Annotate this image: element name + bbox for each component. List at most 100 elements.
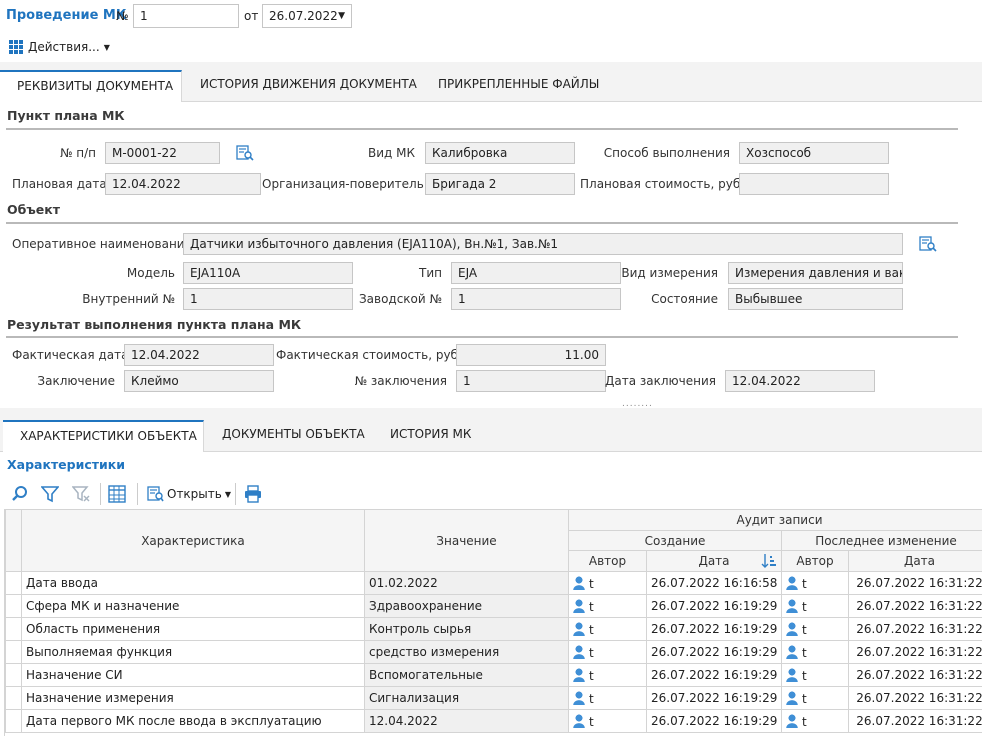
tab-object-characteristics[interactable]: ХАРАКТЕРИСТИКИ ОБЪЕКТА xyxy=(3,420,204,452)
tab-attached-files[interactable]: ПРИКРЕПЛЕННЫЕ ФАЙЛЫ xyxy=(438,74,599,94)
table-row[interactable]: Сфера МК и назначение Здравоохранение t … xyxy=(5,594,982,618)
cell-author: t xyxy=(568,571,647,595)
cell-value[interactable]: Здравоохранение xyxy=(364,594,569,618)
row-selector[interactable] xyxy=(5,663,22,687)
cell-mod-author-name: t xyxy=(802,714,807,729)
cell-characteristic: Дата ввода xyxy=(21,571,365,595)
tab-document-history[interactable]: ИСТОРИЯ ДВИЖЕНИЯ ДОКУМЕНТА xyxy=(200,74,417,94)
table-row[interactable]: Область применения Контроль сырья t 26.0… xyxy=(5,617,982,641)
plan-date-field[interactable]: 12.04.2022 xyxy=(105,173,261,195)
grid-dots-icon xyxy=(9,40,23,54)
row-selector[interactable] xyxy=(5,686,22,710)
list-search-icon[interactable] xyxy=(236,145,254,161)
list-search-icon[interactable] xyxy=(919,236,937,252)
tab-object-documents[interactable]: ДОКУМЕНТЫ ОБЪЕКТА xyxy=(222,424,365,444)
cell-value[interactable]: 12.04.2022 xyxy=(364,709,569,733)
plan-org-field[interactable]: Бригада 2 xyxy=(425,173,575,195)
row-selector[interactable] xyxy=(5,709,22,733)
conclusion-field[interactable]: Клеймо xyxy=(124,370,274,392)
user-icon xyxy=(786,713,798,728)
object-model-field[interactable]: EJA110A xyxy=(183,262,353,284)
conclusion-num-field[interactable]: 1 xyxy=(456,370,606,392)
printer-icon[interactable] xyxy=(244,485,262,503)
col-value-header[interactable]: Значение xyxy=(364,509,569,572)
user-icon xyxy=(786,621,798,636)
object-meas-field[interactable]: Измерения давления и вакуума xyxy=(728,262,903,284)
splitter-handle[interactable]: ........ xyxy=(622,400,658,409)
cell-characteristic: Назначение измерения xyxy=(21,686,365,710)
date-picker[interactable]: 26.07.2022 ▼ xyxy=(262,4,352,28)
cell-created-date: 26.07.2022 16:19:29 xyxy=(646,594,782,618)
fact-cost-field[interactable]: 11.00 xyxy=(456,344,606,366)
chevron-down-icon: ▼ xyxy=(338,11,345,21)
characteristics-title: Характеристики xyxy=(7,457,126,472)
plan-type-field[interactable]: Калибровка xyxy=(425,142,575,164)
grid-columns-icon[interactable] xyxy=(108,485,126,503)
cell-characteristic: Выполняемая функция xyxy=(21,640,365,664)
filter-icon[interactable] xyxy=(41,485,59,503)
fact-cost-label: Фактическая стоимость, руб. xyxy=(276,348,462,362)
number-input[interactable]: 1 xyxy=(133,4,239,28)
conclusion-label: Заключение xyxy=(37,374,115,388)
plan-method-field[interactable]: Хозспособ xyxy=(739,142,889,164)
row-selector[interactable] xyxy=(5,617,22,641)
cell-author-name: t xyxy=(589,714,594,729)
row-selector[interactable] xyxy=(5,640,22,664)
filter-clear-icon[interactable] xyxy=(72,485,90,503)
fact-date-field[interactable]: 12.04.2022 xyxy=(124,344,274,366)
tab-mk-history[interactable]: ИСТОРИЯ МК xyxy=(390,424,471,444)
cell-value[interactable]: Контроль сырья xyxy=(364,617,569,641)
plan-cost-field[interactable] xyxy=(739,173,889,195)
object-name-field[interactable]: Датчики избыточного давления (EJA110A), … xyxy=(183,233,903,255)
col-modified-author-header[interactable]: Автор xyxy=(781,550,849,572)
cell-value[interactable]: Вспомогательные xyxy=(364,663,569,687)
open-button[interactable]: Открыть ▼ xyxy=(147,484,231,504)
cell-created-date: 26.07.2022 16:19:29 xyxy=(646,709,782,733)
cell-author-name: t xyxy=(589,599,594,614)
plan-num-field[interactable]: M-0001-22 xyxy=(105,142,220,164)
col-characteristic-header[interactable]: Характеристика xyxy=(21,509,365,572)
cell-modified-date: 26.07.2022 16:31:22 xyxy=(848,640,982,664)
col-created-author-header[interactable]: Автор xyxy=(568,550,647,572)
tab-object-characteristics-label: ХАРАКТЕРИСТИКИ ОБЪЕКТА xyxy=(20,429,197,443)
cell-mod-author-name: t xyxy=(802,599,807,614)
number-label: № xyxy=(116,9,129,23)
magnifier-icon[interactable] xyxy=(11,485,29,503)
object-serial-field[interactable]: 1 xyxy=(451,288,621,310)
table-row[interactable]: Дата первого МК после ввода в эксплуатац… xyxy=(5,709,982,733)
cell-mod-author: t xyxy=(781,594,849,618)
table-row[interactable]: Назначение измерения Сигнализация t 26.0… xyxy=(5,686,982,710)
user-icon xyxy=(573,713,585,728)
open-document-icon xyxy=(147,486,164,502)
actions-button[interactable]: Действия... ▼ xyxy=(8,39,110,55)
user-icon xyxy=(573,644,585,659)
cell-value[interactable]: Сигнализация xyxy=(364,686,569,710)
object-serial-label: Заводской № xyxy=(358,292,442,306)
cell-modified-date: 26.07.2022 16:31:22 xyxy=(848,686,982,710)
section-plan-title: Пункт плана МК xyxy=(7,108,125,123)
object-type-field[interactable]: EJA xyxy=(451,262,621,284)
col-modified-date-header[interactable]: Дата xyxy=(848,550,982,572)
cell-characteristic: Сфера МК и назначение xyxy=(21,594,365,618)
cell-author: t xyxy=(568,594,647,618)
row-selector[interactable] xyxy=(5,571,22,595)
object-type-label: Тип xyxy=(419,266,442,280)
plan-method-label: Способ выполнения xyxy=(603,146,730,160)
characteristics-grid: Характеристика Значение Аудит записи Соз… xyxy=(4,509,982,736)
row-selector[interactable] xyxy=(5,594,22,618)
cell-value[interactable]: 01.02.2022 xyxy=(364,571,569,595)
conclusion-date-field[interactable]: 12.04.2022 xyxy=(725,370,875,392)
object-internal-field[interactable]: 1 xyxy=(183,288,353,310)
user-icon xyxy=(786,644,798,659)
date-picker-value: 26.07.2022 xyxy=(269,9,338,23)
cell-value[interactable]: средство измерения xyxy=(364,640,569,664)
col-created-date-header[interactable]: Дата xyxy=(646,550,782,572)
plan-org-label: Организация-поверитель xyxy=(262,177,424,191)
cell-author: t xyxy=(568,709,647,733)
table-row[interactable]: Дата ввода 01.02.2022 t 26.07.2022 16:16… xyxy=(5,571,982,595)
object-state-field[interactable]: Выбывшее xyxy=(728,288,903,310)
tab-requisites[interactable]: РЕКВИЗИТЫ ДОКУМЕНТА xyxy=(0,70,182,102)
table-row[interactable]: Выполняемая функция средство измерения t… xyxy=(5,640,982,664)
cell-created-date: 26.07.2022 16:19:29 xyxy=(646,686,782,710)
table-row[interactable]: Назначение СИ Вспомогательные t 26.07.20… xyxy=(5,663,982,687)
